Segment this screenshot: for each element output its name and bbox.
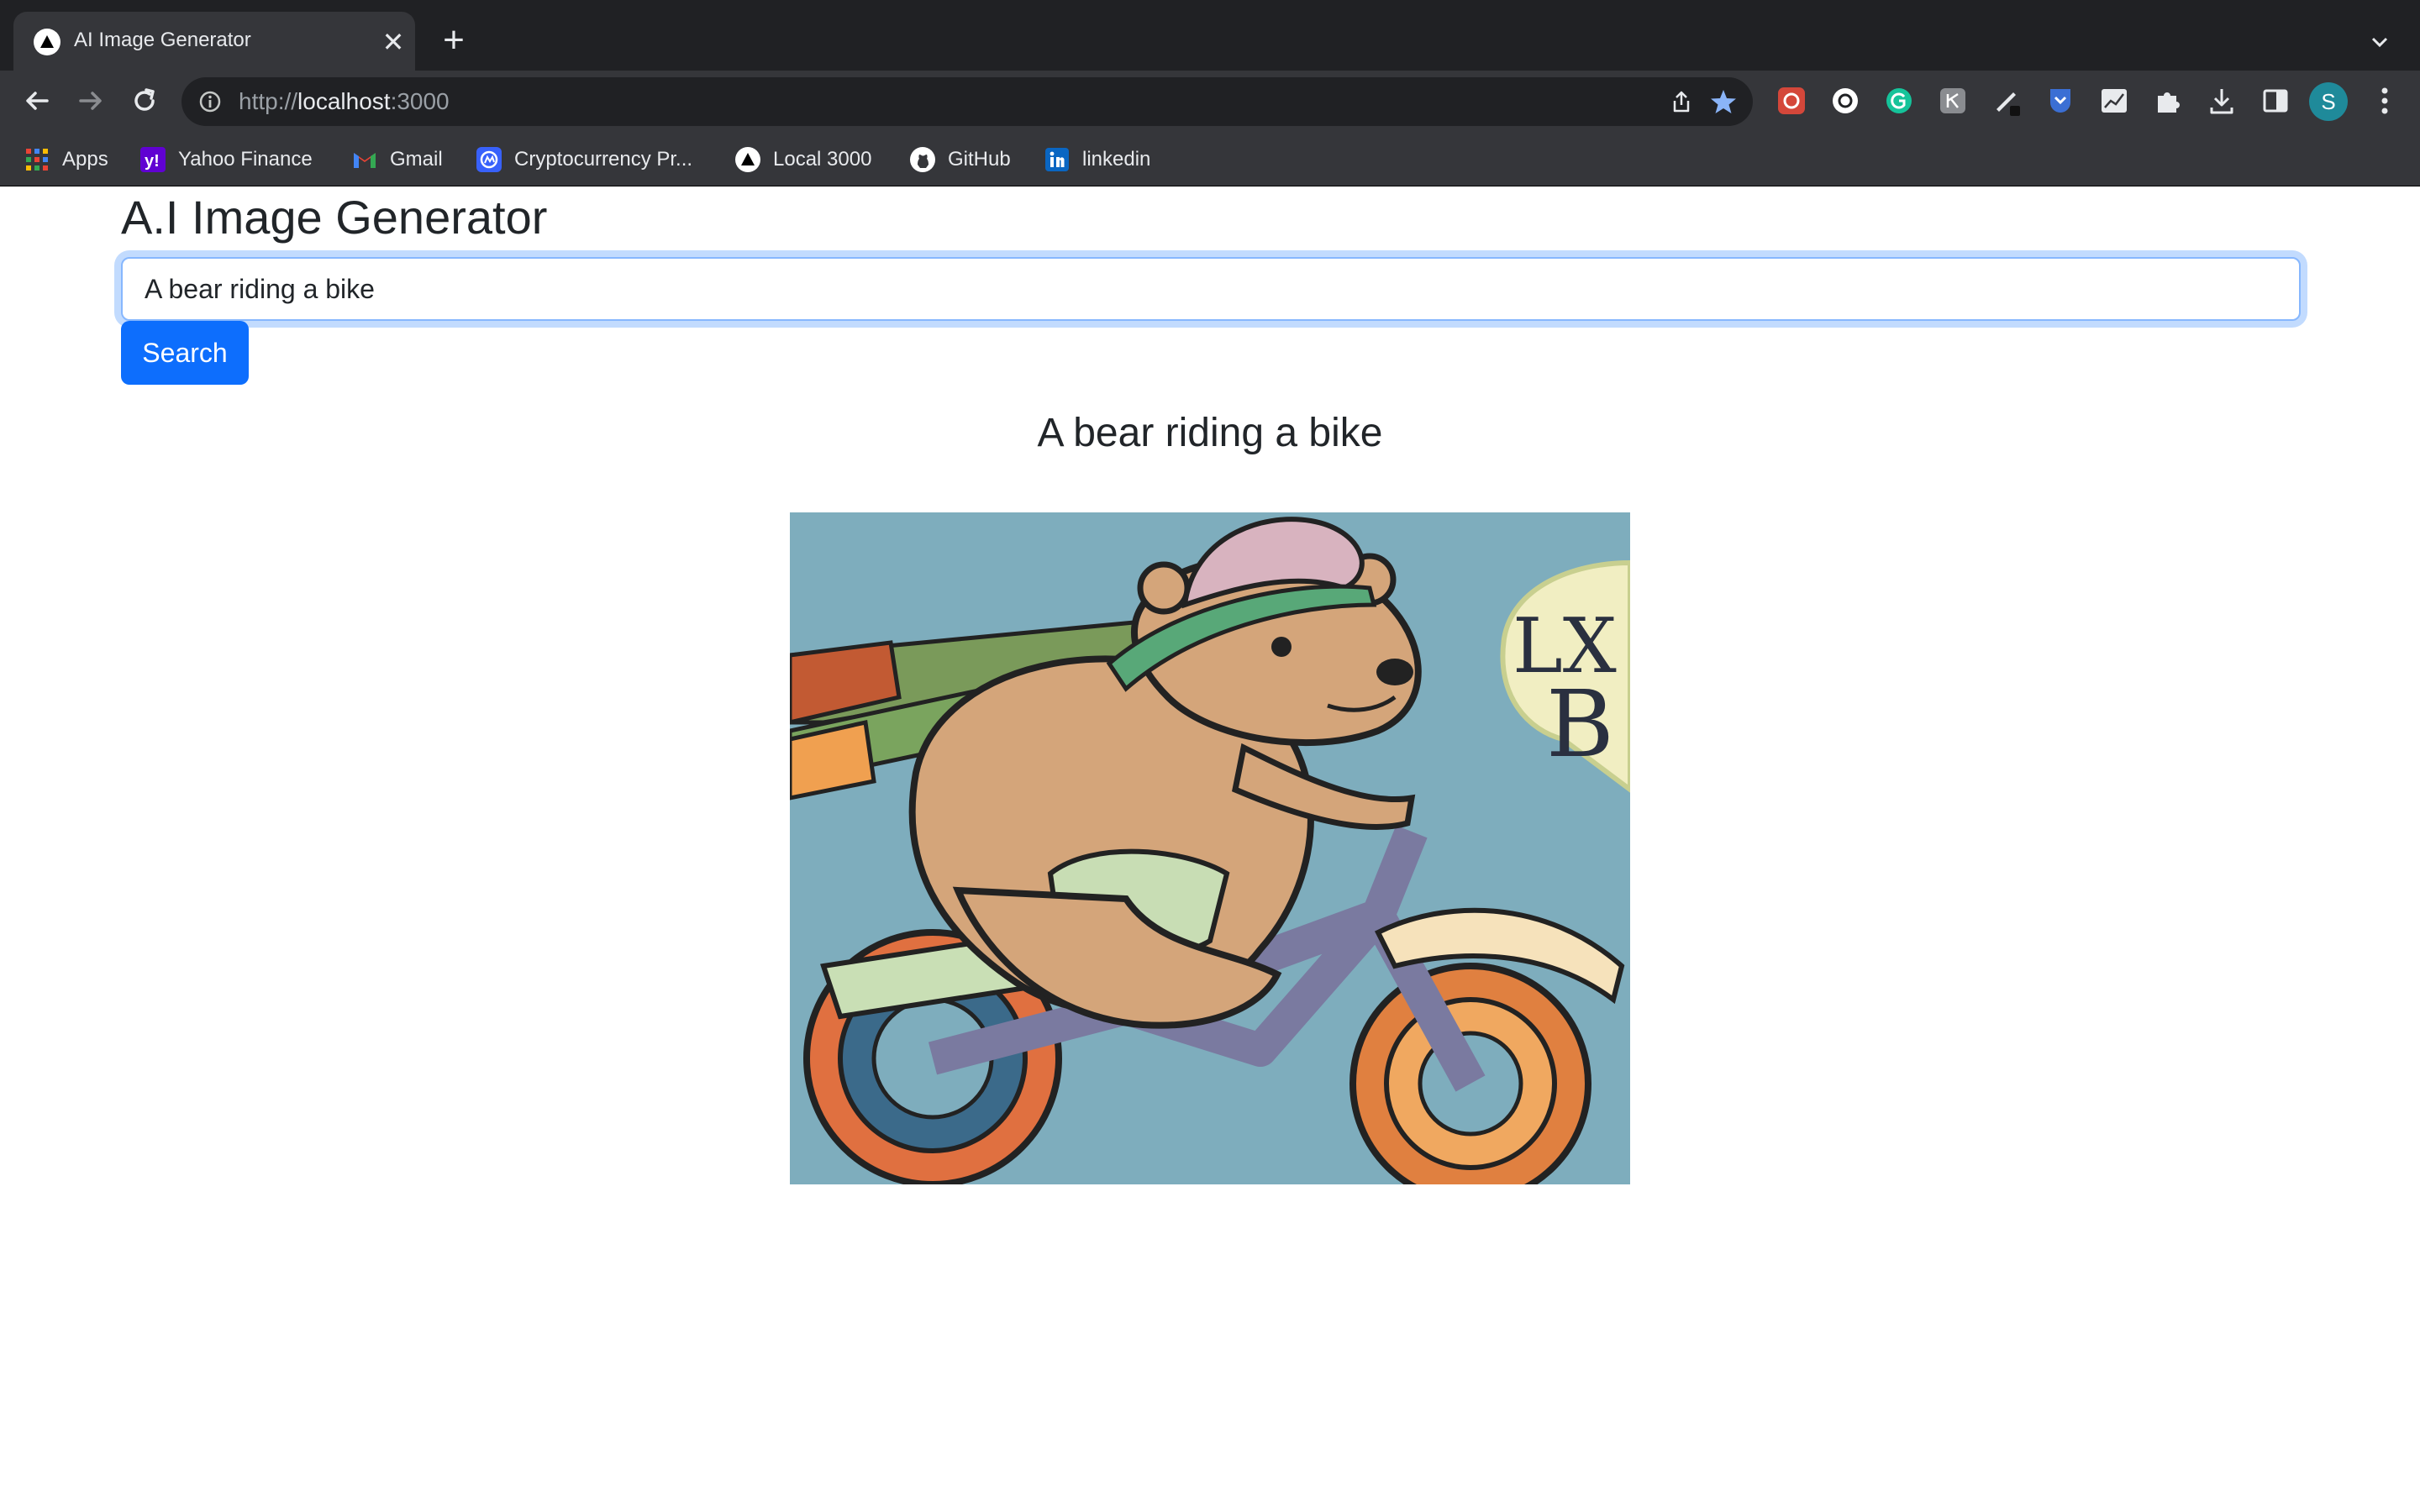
browser-toolbar: http://localhost:3000 S <box>0 71 2420 133</box>
page-content: A.I Image Generator Search A bear riding… <box>0 186 2420 1512</box>
result-caption: A bear riding a bike <box>1037 411 1383 455</box>
bookmarks-bar: Apps y! Yahoo Finance Gmail Cryptocurren… <box>0 133 2420 186</box>
share-icon[interactable] <box>1669 89 1694 114</box>
svg-text:y!: y! <box>145 152 160 171</box>
apps-grid-icon <box>26 149 48 171</box>
generated-image: LX B <box>790 512 1630 1184</box>
github-icon <box>910 147 935 172</box>
red-extension-icon[interactable] <box>1775 84 1808 118</box>
bear-on-bike-illustration: LX B <box>790 512 1630 1184</box>
bookmark-github[interactable]: GitHub <box>909 143 1011 176</box>
side-panel-icon[interactable] <box>2259 84 2292 118</box>
triangle-icon <box>735 147 760 172</box>
bookmark-star-icon[interactable] <box>1709 87 1738 116</box>
bookmark-label: GitHub <box>948 148 1011 171</box>
triangle-favicon-icon <box>34 29 60 55</box>
bookmark-label: Apps <box>62 148 108 171</box>
bookmark-label: Local 3000 <box>773 148 872 171</box>
chart-extension-icon[interactable] <box>2097 84 2131 118</box>
bookmark-label: linkedin <box>1082 148 1151 171</box>
bookmark-label: Gmail <box>390 148 443 171</box>
bookmark-yahoo-finance[interactable]: y! Yahoo Finance <box>139 143 313 176</box>
bookmark-label: Cryptocurrency Pr... <box>514 148 693 171</box>
bubble-text-line2: B <box>1546 670 1614 778</box>
new-tab-icon[interactable]: + <box>434 22 474 62</box>
url-text: http://localhost:3000 <box>239 88 450 114</box>
bookmark-cryptocurrency[interactable]: Cryptocurrency Pr... <box>476 143 692 176</box>
active-tab[interactable]: AI Image Generator ✕ <box>13 12 415 71</box>
shield-extension-icon[interactable] <box>2044 84 2077 118</box>
search-button[interactable]: Search <box>121 321 249 385</box>
bookmark-gmail[interactable]: Gmail <box>351 143 443 176</box>
pen-extension-icon[interactable] <box>1990 84 2023 118</box>
prompt-input[interactable] <box>121 257 2301 321</box>
page-title: A.I Image Generator <box>121 191 548 244</box>
address-bar[interactable]: http://localhost:3000 <box>182 77 1753 126</box>
grey-extension-icon[interactable] <box>1936 84 1970 118</box>
tab-title: AI Image Generator <box>74 29 251 51</box>
back-icon[interactable] <box>18 82 55 119</box>
forward-icon[interactable] <box>72 82 109 119</box>
puzzle-extensions-icon[interactable] <box>2151 84 2185 118</box>
bookmark-label: Yahoo Finance <box>178 148 313 171</box>
yahoo-icon: y! <box>140 147 166 172</box>
linkedin-icon <box>1045 148 1069 171</box>
white-circle-extension-icon[interactable] <box>1828 84 1862 118</box>
grammarly-icon[interactable] <box>1882 84 1916 118</box>
site-info-icon[interactable] <box>198 90 222 113</box>
bookmark-linkedin[interactable]: linkedin <box>1044 143 1150 176</box>
gmail-icon <box>354 153 376 168</box>
reload-icon[interactable] <box>126 82 163 119</box>
coinmarketcap-icon <box>476 147 502 172</box>
tab-strip: AI Image Generator ✕ + <box>0 0 2420 71</box>
bookmark-apps[interactable]: Apps <box>24 143 108 176</box>
profile-avatar[interactable]: S <box>2309 82 2348 121</box>
close-tab-icon[interactable]: ✕ <box>376 25 410 59</box>
bookmark-local-3000[interactable]: Local 3000 <box>734 143 871 176</box>
download-icon[interactable] <box>2205 84 2238 118</box>
browser-menu-icon[interactable] <box>2370 84 2400 118</box>
tab-search-chevron-icon[interactable] <box>2363 25 2396 59</box>
